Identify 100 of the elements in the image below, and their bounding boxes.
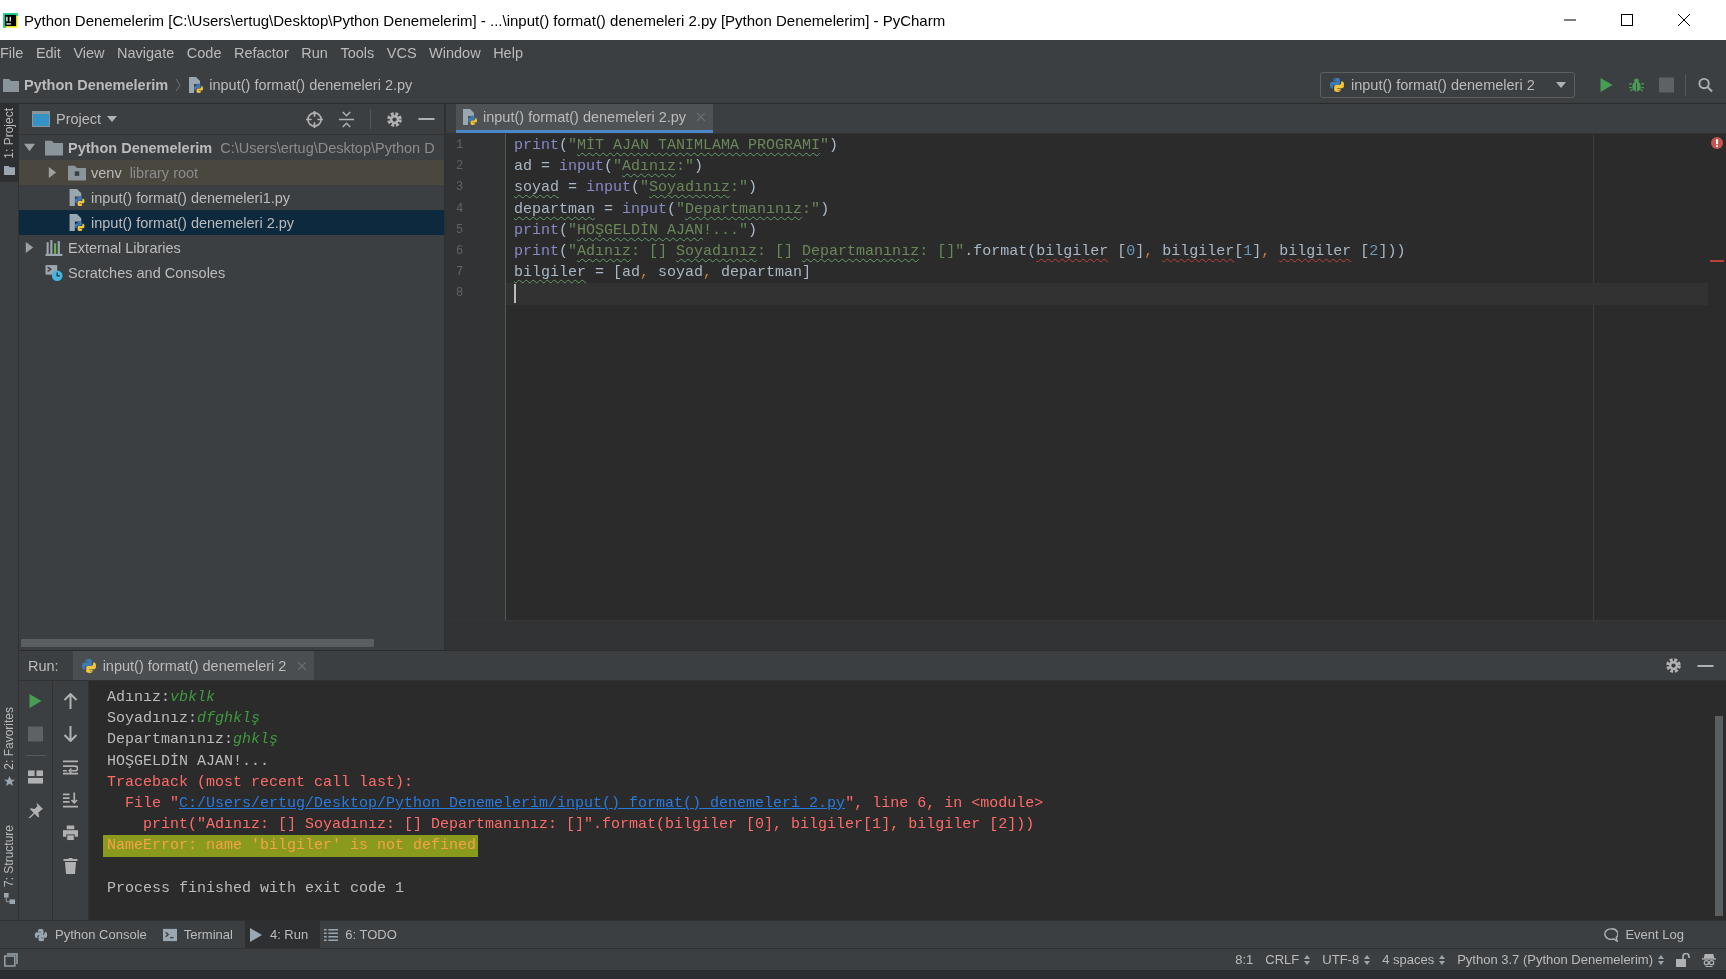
print-icon[interactable] xyxy=(63,825,78,841)
error-icon[interactable] xyxy=(1711,137,1723,149)
breadcrumb[interactable]: input() format() denemeleri 2.py xyxy=(188,76,413,93)
run-icon[interactable] xyxy=(28,693,43,709)
gear-icon[interactable] xyxy=(1665,657,1682,674)
caret-icon xyxy=(107,116,118,122)
console-line: Traceback (most recent call last): xyxy=(107,772,414,793)
console-line: Process finished with exit code 1 xyxy=(107,878,405,899)
tree-item[interactable]: venv library root xyxy=(19,160,444,185)
play-icon xyxy=(248,927,263,942)
tool-window-button[interactable]: Event Log xyxy=(1600,921,1696,948)
file-link[interactable]: C:/Users/ertug/Desktop/Python Denemelerim/input() format() denemeleri 2.py xyxy=(179,794,846,812)
code-line: bilgiler = [ad, soyad, departman] xyxy=(514,263,812,283)
console-line: HOŞGELDİN AJAN!... xyxy=(107,751,270,772)
down-arrow-icon[interactable] xyxy=(63,726,78,742)
folder-icon xyxy=(68,164,86,181)
stacked-squares-icon[interactable] xyxy=(4,952,18,967)
menu-item[interactable]: Refactor xyxy=(227,43,295,63)
window-title: Python Denemelerim [C:\Users\ertug\Desktop\Python Denemelerim] - ...\input() format() denemeleri 2.py [Python Denemelerim] - PyCharm xyxy=(24,11,946,29)
menu-item[interactable]: Navigate xyxy=(111,43,181,63)
python-logo-icon xyxy=(80,657,97,674)
folder-icon xyxy=(45,139,63,156)
tree-item[interactable]: input() format() denemeleri 2.py xyxy=(19,210,444,235)
tool-window-button[interactable]: Python Console xyxy=(30,921,159,948)
folder-icon xyxy=(3,76,19,93)
bug-icon[interactable] xyxy=(1628,76,1644,93)
menu-item[interactable]: Code xyxy=(180,43,228,63)
run-tab[interactable]: input() format() denemeleri 2 xyxy=(72,651,315,680)
soft-wrap-icon[interactable] xyxy=(63,759,78,775)
expanded-arrow-icon[interactable] xyxy=(24,142,35,153)
menu-item[interactable]: Tools xyxy=(334,43,381,63)
chevron-icon xyxy=(175,77,182,92)
terminal-icon xyxy=(162,927,177,942)
layout-icon[interactable] xyxy=(28,769,43,785)
gear-icon[interactable] xyxy=(386,110,403,128)
editor-tab[interactable]: input() format() denemeleri 2.py xyxy=(456,104,714,133)
speech-bubble-icon xyxy=(1604,927,1619,942)
scrollbar-thumb[interactable] xyxy=(1715,716,1723,916)
tree-item[interactable]: External Libraries xyxy=(19,235,444,260)
console-line: Soyadınız:dfghklş xyxy=(107,709,261,730)
tool-window-button[interactable]: 4: Run xyxy=(244,921,321,948)
scroll-to-end-icon[interactable] xyxy=(63,792,78,808)
menu-item[interactable]: View xyxy=(67,43,111,63)
tree-item[interactable]: Python Denemelerim C:\Users\ertug\Desktop\Python D xyxy=(19,135,444,160)
console-line: print("Adınız: [] Soyadınız: [] Departmanınız: []".format(bilgiler [0], bilgiler[1], bilgiler [2])) xyxy=(142,815,1035,836)
status-item[interactable]: 8:1 xyxy=(1235,952,1254,967)
project-view-dropdown[interactable]: Project xyxy=(32,111,118,127)
library-bars-icon xyxy=(45,239,63,256)
search-icon[interactable] xyxy=(1697,76,1713,93)
collapsed-arrow-icon[interactable] xyxy=(24,242,35,253)
menu-item[interactable]: Help xyxy=(487,43,529,63)
run-icon[interactable] xyxy=(1598,76,1614,93)
structure-icon xyxy=(3,893,15,904)
menu-item[interactable]: VCS xyxy=(380,43,423,63)
code-line: print("HOŞGELDİN AJAN!...") xyxy=(514,220,758,240)
tool-window-button[interactable]: 6: TODO xyxy=(320,921,409,948)
menu-item[interactable]: File xyxy=(0,43,30,63)
python-file-icon xyxy=(188,76,205,93)
code-line: ad = input("Adınız:") xyxy=(514,157,704,177)
console-line: Adınız:vbklk xyxy=(107,688,216,708)
crosshair-icon[interactable] xyxy=(306,110,323,128)
code-line: soyad = input("Soyadınız:") xyxy=(514,178,758,198)
status-item[interactable]: CRLF xyxy=(1265,952,1311,967)
console-clock-icon xyxy=(45,264,63,281)
window-icon xyxy=(32,111,50,127)
collapse-icon[interactable] xyxy=(338,110,355,128)
tool-window-tab[interactable]: 2: Favorites xyxy=(0,703,18,793)
close-icon[interactable] xyxy=(1677,14,1690,26)
python-file-icon xyxy=(68,189,86,206)
status-item[interactable]: Python 3.7 (Python Denemelerim) xyxy=(1457,952,1664,967)
collapsed-arrow-icon[interactable] xyxy=(47,167,58,178)
tool-window-button[interactable]: Terminal xyxy=(158,921,245,948)
status-item[interactable]: 4 spaces xyxy=(1382,952,1446,967)
tree-item[interactable]: input() format() denemeleri1.py xyxy=(19,185,444,210)
run-config-dropdown[interactable]: input() format() denemeleri 2 xyxy=(1320,71,1575,98)
incognito-icon[interactable] xyxy=(1702,952,1716,967)
pin-icon[interactable] xyxy=(28,802,43,818)
scrollbar-thumb[interactable] xyxy=(21,639,374,647)
panel-title: Run: xyxy=(28,657,59,674)
tool-window-tab[interactable]: 1: Project xyxy=(0,104,18,182)
code-line: print("Adınız: [] Soyadınız: [] Departmanınız: []".format(bilgiler [0], bilgiler[1], bilgiler [2])) xyxy=(514,242,1406,262)
console-line: File "C:/Users/ertug/Desktop/Python Denemelerim/input() format() denemeleri 2.py", line 6, in <module> xyxy=(124,793,1044,814)
star-icon xyxy=(3,775,15,787)
menu-item[interactable]: Edit xyxy=(29,43,67,63)
tree-item[interactable]: Scratches and Consoles xyxy=(19,260,444,285)
folder-icon xyxy=(3,164,15,176)
breadcrumb[interactable]: Python Denemelerim xyxy=(3,76,169,93)
status-item[interactable]: UTF-8 xyxy=(1322,952,1371,967)
menu-item[interactable]: Run xyxy=(295,43,334,63)
console-line: Departmanınız:ghklş xyxy=(107,730,279,751)
trash-icon[interactable] xyxy=(63,858,78,874)
minimize-icon[interactable] xyxy=(418,117,435,121)
maximize-icon[interactable] xyxy=(1620,14,1633,26)
list-icon xyxy=(324,927,339,942)
menu-item[interactable]: Window xyxy=(423,43,487,63)
caret-icon xyxy=(1556,81,1566,88)
up-arrow-icon[interactable] xyxy=(63,693,78,709)
tool-window-tab[interactable]: 7: Structure xyxy=(0,820,18,910)
python-logo-icon xyxy=(34,927,48,942)
unlock-icon[interactable] xyxy=(1676,952,1690,967)
